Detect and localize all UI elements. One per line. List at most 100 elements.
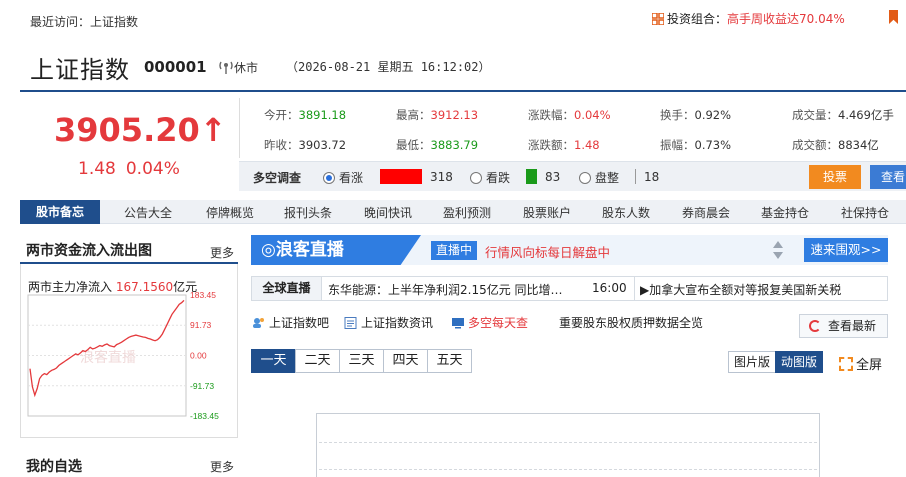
chart-y-ticks: 183.45 91.73 0.00 -91.73 -183.45: [190, 290, 219, 421]
quote-volume: 成交量：4.469亿手: [792, 108, 894, 122]
quote-amplitude: 振幅：0.73%: [660, 138, 732, 152]
quote-pct: 涨跌幅：0.04%: [528, 108, 611, 122]
portfolio-link[interactable]: 投资组合：高手周收益达70.04%: [652, 10, 845, 27]
stock-code: 000001: [144, 58, 207, 76]
tab-period-4[interactable]: 四天: [383, 349, 428, 373]
nav-memo[interactable]: 股市备忘: [20, 200, 100, 224]
nav-item[interactable]: 社保持仓: [841, 204, 889, 221]
survey-title: 多空调查: [253, 171, 302, 185]
quote-change-amount: 涨跌额：1.48: [528, 138, 600, 152]
quote-prev-close: 昨收：3903.72: [264, 138, 347, 152]
monitor-icon: [452, 318, 464, 329]
survey-down-option[interactable]: 看跌: [470, 169, 510, 186]
live-logo[interactable]: ◎浪客直播: [251, 235, 421, 265]
ticker-label: 全球直播: [252, 277, 322, 300]
grid-icon: [652, 13, 664, 25]
quote-low: 最低：3883.79: [396, 138, 479, 152]
fullscreen-label: 全屏: [856, 358, 883, 373]
nav-item[interactable]: 晚间快讯: [364, 204, 412, 221]
y-tick-label: -183.45: [190, 411, 219, 421]
tab-static-image[interactable]: 图片版: [728, 351, 777, 373]
flat-bar: [635, 169, 636, 184]
ticker-news-2[interactable]: ▶加拿大宣布全额对等报复美国新关税: [640, 281, 841, 298]
survey-flat-option[interactable]: 盘整: [579, 169, 619, 186]
fullscreen-button[interactable]: 全屏: [839, 354, 882, 373]
news-icon: [344, 317, 357, 329]
tab-period-3[interactable]: 三天: [339, 349, 384, 373]
chart-gridline: [319, 469, 817, 470]
survey-flat-label: 盘整: [595, 171, 620, 185]
tab-animated-image[interactable]: 动图版: [775, 351, 824, 373]
nav-item[interactable]: 盈利预测: [443, 204, 491, 221]
tab-period-2[interactable]: 二天: [295, 349, 340, 373]
ticker-news[interactable]: 东华能源：上半年净利润2.15亿元 同比增…: [328, 281, 563, 298]
title-divider: [20, 90, 906, 92]
survey-up-option[interactable]: 看涨: [323, 169, 363, 186]
intraday-chart: [316, 413, 820, 477]
nav-item[interactable]: 停牌概览: [206, 204, 254, 221]
memo-nav: 股市备忘 公告大全 停牌概览 报刊头条 晚间快讯 盈利预测 股票账户 股东人数 …: [20, 200, 906, 224]
radio-checked-icon[interactable]: [323, 172, 335, 184]
market-status: 休市: [218, 59, 258, 76]
quote-grid: 今开：3891.18 最高：3912.13 涨跌幅：0.04% 换手：0.92%…: [239, 98, 906, 158]
down-count: 83: [545, 170, 561, 184]
refresh-button[interactable]: 查看最新: [799, 314, 888, 338]
watch-live-button[interactable]: 速来围观>>: [804, 238, 888, 262]
portfolio-label: 投资组合：: [667, 12, 728, 26]
link-daily[interactable]: 多空每天查: [451, 314, 528, 331]
watchlist-more-link[interactable]: 更多: [210, 458, 234, 475]
refresh-icon: [809, 320, 821, 332]
bookmark-icon[interactable]: [889, 10, 898, 24]
nav-item[interactable]: 基金持仓: [761, 204, 809, 221]
scroll-arrows-icon[interactable]: [772, 238, 784, 262]
flow-title: 两市资金流入流出图: [26, 243, 152, 259]
view-button[interactable]: 查看: [870, 165, 906, 189]
chart-gridline: [319, 442, 817, 443]
price-value: 3905.20: [54, 111, 200, 149]
quote-open: 今开：3891.18: [264, 108, 347, 122]
down-bar: [526, 169, 537, 184]
y-tick-label: -91.73: [190, 381, 214, 391]
ticker-divider: [634, 277, 635, 300]
link-pledge[interactable]: 重要股东股权质押数据全览: [559, 314, 703, 331]
survey-flat-result: 18: [635, 169, 659, 184]
survey-up-label: 看涨: [339, 171, 364, 185]
fullscreen-icon: [839, 357, 853, 371]
page-title: 上证指数: [30, 56, 130, 84]
quote-datetime: （2026-08-21 星期五 16:12:02）: [286, 60, 491, 74]
flow-line: [29, 299, 185, 398]
survey-down-label: 看跌: [486, 171, 511, 185]
link-info-label: 上证指数资讯: [361, 316, 434, 330]
up-count: 318: [430, 170, 453, 184]
live-text[interactable]: 行情风向标每日解盘中: [485, 242, 610, 261]
status-text: 休市: [234, 61, 259, 75]
quote-high: 最高：3912.13: [396, 108, 479, 122]
tab-period-1[interactable]: 一天: [251, 349, 296, 373]
news-ticker: 全球直播 东华能源：上半年净利润2.15亿元 同比增… 16:00 ▶加拿大宣布…: [251, 276, 888, 301]
nav-item[interactable]: 股票账户: [523, 204, 571, 221]
up-bar: [380, 169, 422, 184]
y-tick-label: 0.00: [190, 351, 207, 361]
tab-period-5[interactable]: 五天: [427, 349, 472, 373]
nav-item[interactable]: 股东人数: [602, 204, 650, 221]
vote-button[interactable]: 投票: [809, 165, 861, 189]
period-tabs: 一天 二天 三天 四天 五天: [251, 349, 472, 373]
watermark-text: 浪客直播: [80, 349, 136, 365]
recent-visit[interactable]: 最近访问：上证指数: [30, 13, 138, 30]
nav-item[interactable]: 报刊头条: [284, 204, 332, 221]
link-info[interactable]: 上证指数资讯: [344, 314, 433, 331]
arrow-up-icon: ↑: [199, 111, 227, 149]
live-banner[interactable]: ◎浪客直播 直播中 行情风向标每日解盘中 速来围观>>: [251, 235, 888, 265]
y-tick-label: 91.73: [190, 320, 212, 330]
change-value: 1.48: [78, 159, 116, 179]
link-forum[interactable]: 上证指数吧: [252, 314, 329, 331]
quote-turnover: 换手：0.92%: [660, 108, 732, 122]
flow-more-link[interactable]: 更多: [210, 244, 234, 261]
link-forum-label: 上证指数吧: [269, 316, 330, 330]
nav-item[interactable]: 券商晨会: [682, 204, 730, 221]
radio-icon[interactable]: [470, 172, 482, 184]
nav-item[interactable]: 公告大全: [124, 204, 172, 221]
radio-icon[interactable]: [579, 172, 591, 184]
sentiment-survey: 多空调查 看涨 318 看跌 83 盘整 18 投票 查看: [239, 161, 906, 191]
quick-links: 上证指数吧 上证指数资讯 多空每天查 重要股东股权质押数据全览: [252, 313, 812, 333]
